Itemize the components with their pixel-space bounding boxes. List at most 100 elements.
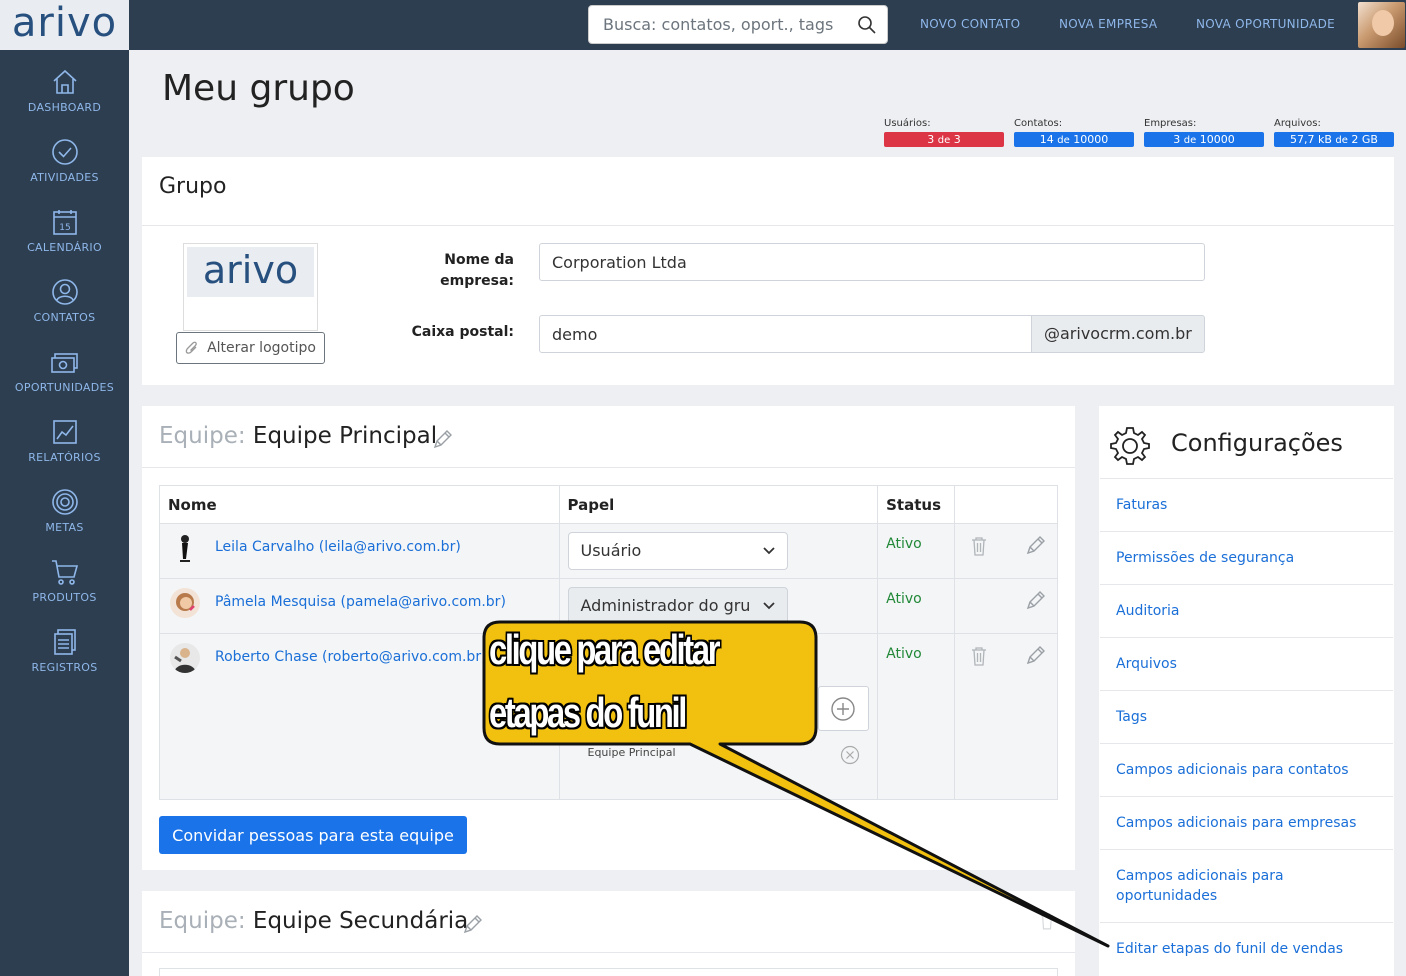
role-select[interactable]: Usuário: [567, 532, 788, 570]
status-label: Ativo: [886, 646, 922, 662]
avatar: [170, 533, 200, 563]
team-title: Equipe: Equipe Secundária: [159, 908, 469, 934]
settings-link-campos-contatos[interactable]: Campos adicionais para contatos: [1100, 743, 1393, 796]
quota-bar: 14 de 10000: [1014, 132, 1134, 147]
member-link[interactable]: Roberto Chase (roberto@arivo.com.br): [215, 649, 487, 665]
sidebar-item-oportunidades[interactable]: OPORTUNIDADES: [0, 338, 129, 408]
sidebar-item-atividades[interactable]: ATIVIDADES: [0, 128, 129, 198]
cart-icon: [51, 560, 78, 585]
sidebar-item-dashboard[interactable]: DASHBOARD: [0, 58, 129, 128]
plus-circle-icon: [830, 697, 855, 721]
settings-link-campos-oportunidades[interactable]: Campos adicionais para oportunidades: [1100, 849, 1393, 922]
settings-link-campos-empresas[interactable]: Campos adicionais para empresas: [1100, 796, 1393, 849]
settings-link-arquivos[interactable]: Arquivos: [1100, 637, 1393, 690]
company-name-input[interactable]: [539, 243, 1205, 281]
quota-label: Empresas:: [1144, 118, 1197, 129]
search-icon[interactable]: [857, 15, 877, 35]
quota-label: Arquivos:: [1274, 118, 1321, 129]
sidebar-item-label: CONTATOS: [33, 311, 96, 324]
edit-icon[interactable]: [1025, 589, 1047, 611]
svg-text:15: 15: [59, 223, 70, 233]
chevron-down-icon: [762, 602, 775, 610]
trash-icon[interactable]: [971, 646, 987, 666]
sidebar-item-relatorios[interactable]: RELATÓRIOS: [0, 408, 129, 478]
settings-title: Configurações: [1171, 429, 1343, 457]
sidebar-item-produtos[interactable]: PRODUTOS: [0, 548, 129, 618]
member-link[interactable]: Pâmela Mesquisa (pamela@arivo.com.br): [215, 594, 506, 610]
avatar: [170, 643, 200, 673]
edit-team-icon[interactable]: [432, 428, 454, 450]
settings-link-editar-funil[interactable]: Editar etapas do funil de vendas: [1100, 922, 1393, 976]
sidebar-item-label: DASHBOARD: [27, 101, 102, 114]
trash-icon[interactable]: [1040, 912, 1054, 930]
status-label: Ativo: [886, 591, 922, 607]
settings-link-auditoria[interactable]: Auditoria: [1100, 584, 1393, 637]
avatar: [170, 588, 200, 618]
new-company-link[interactable]: NOVA EMPRESA: [1059, 17, 1157, 31]
sidebar: DASHBOARD ATIVIDADES 15 CALENDÁRIO CONTA…: [0, 50, 129, 976]
topbar: NOVO CONTATO NOVA EMPRESA NOVA OPORTUNID…: [129, 0, 1406, 50]
user-avatar[interactable]: [1358, 2, 1405, 48]
quota-bar: 3 de 3: [884, 132, 1004, 147]
settings-link-tags[interactable]: Tags: [1100, 690, 1393, 743]
edit-icon[interactable]: [1025, 644, 1047, 666]
edit-team-icon[interactable]: [462, 913, 484, 935]
sidebar-item-contatos[interactable]: CONTATOS: [0, 268, 129, 338]
remove-circle-icon[interactable]: [840, 745, 860, 765]
group-title: Grupo: [159, 174, 227, 199]
paperclip-icon: [185, 341, 197, 354]
callout-text: clique para editar: [489, 626, 720, 673]
quota-bar: 57,7 kB de 2 GB: [1274, 132, 1394, 147]
trash-icon[interactable]: [971, 536, 987, 556]
search-input[interactable]: [603, 6, 858, 43]
sidebar-item-label: ATIVIDADES: [30, 171, 99, 184]
search-box[interactable]: [588, 5, 888, 44]
mailbox-label: Caixa postal:: [411, 324, 514, 340]
brand-logo-text: arivo: [11, 0, 118, 46]
check-circle-icon: [51, 139, 78, 165]
settings-link-permissoes[interactable]: Permissões de segurança: [1100, 531, 1393, 584]
contact-icon: [51, 279, 78, 305]
table-row: Leila Carvalho (leila@arivo.com.br) Usuá…: [159, 523, 1058, 579]
quota-files: Arquivos: 57,7 kB de 2 GB: [1274, 118, 1394, 147]
role-select[interactable]: Administrador do gru: [567, 587, 788, 625]
column-header: Nome: [159, 485, 560, 524]
change-logo-button[interactable]: Alterar logotipo: [176, 332, 325, 364]
member-link[interactable]: Leila Carvalho (leila@arivo.com.br): [215, 539, 461, 555]
divider: [142, 467, 1075, 468]
sidebar-item-label: PRODUTOS: [32, 591, 97, 604]
quota-label: Usuários:: [884, 118, 931, 129]
new-contact-link[interactable]: NOVO CONTATO: [920, 17, 1020, 31]
invite-button[interactable]: Convidar pessoas para esta equipe: [159, 816, 467, 854]
sidebar-item-label: RELATÓRIOS: [28, 451, 101, 464]
brand-logo[interactable]: arivo: [0, 0, 129, 50]
chart-icon: [52, 420, 77, 444]
new-opportunity-link[interactable]: NOVA OPORTUNIDADE: [1196, 17, 1335, 31]
quota-label: Contatos:: [1014, 118, 1063, 129]
column-header: Status: [877, 485, 956, 524]
company-name-label: Nome da empresa:: [440, 252, 514, 289]
company-logo: arivo: [183, 243, 318, 331]
quota-companies: Empresas: 3 de 10000: [1144, 118, 1264, 147]
sidebar-item-calendario[interactable]: 15 CALENDÁRIO: [0, 198, 129, 268]
settings-link-faturas[interactable]: Faturas: [1100, 478, 1393, 531]
sidebar-item-label: OPORTUNIDADES: [14, 381, 115, 394]
target-icon: [51, 489, 78, 515]
calendar-icon: 15: [52, 210, 77, 235]
divider: [142, 225, 1394, 226]
quota-contacts: Contatos: 14 de 10000: [1014, 118, 1134, 147]
mailbox-domain: @arivocrm.com.br: [1031, 315, 1205, 353]
table-header-row: Nome Papel Status: [159, 485, 1058, 524]
add-team-button[interactable]: [817, 686, 869, 731]
edit-icon[interactable]: [1025, 534, 1047, 556]
column-header-actions: [954, 485, 1058, 524]
home-icon: [52, 69, 77, 94]
mailbox-input[interactable]: [539, 315, 1032, 353]
callout-text: etapas do funil: [489, 689, 687, 736]
sidebar-item-registros[interactable]: REGISTROS: [0, 618, 129, 688]
money-icon: [50, 353, 78, 373]
chevron-down-icon: [762, 547, 775, 555]
sidebar-item-metas[interactable]: METAS: [0, 478, 129, 548]
quota-users: Usuários: 3 de 3: [884, 118, 1004, 147]
team-members-table: [159, 968, 1058, 976]
